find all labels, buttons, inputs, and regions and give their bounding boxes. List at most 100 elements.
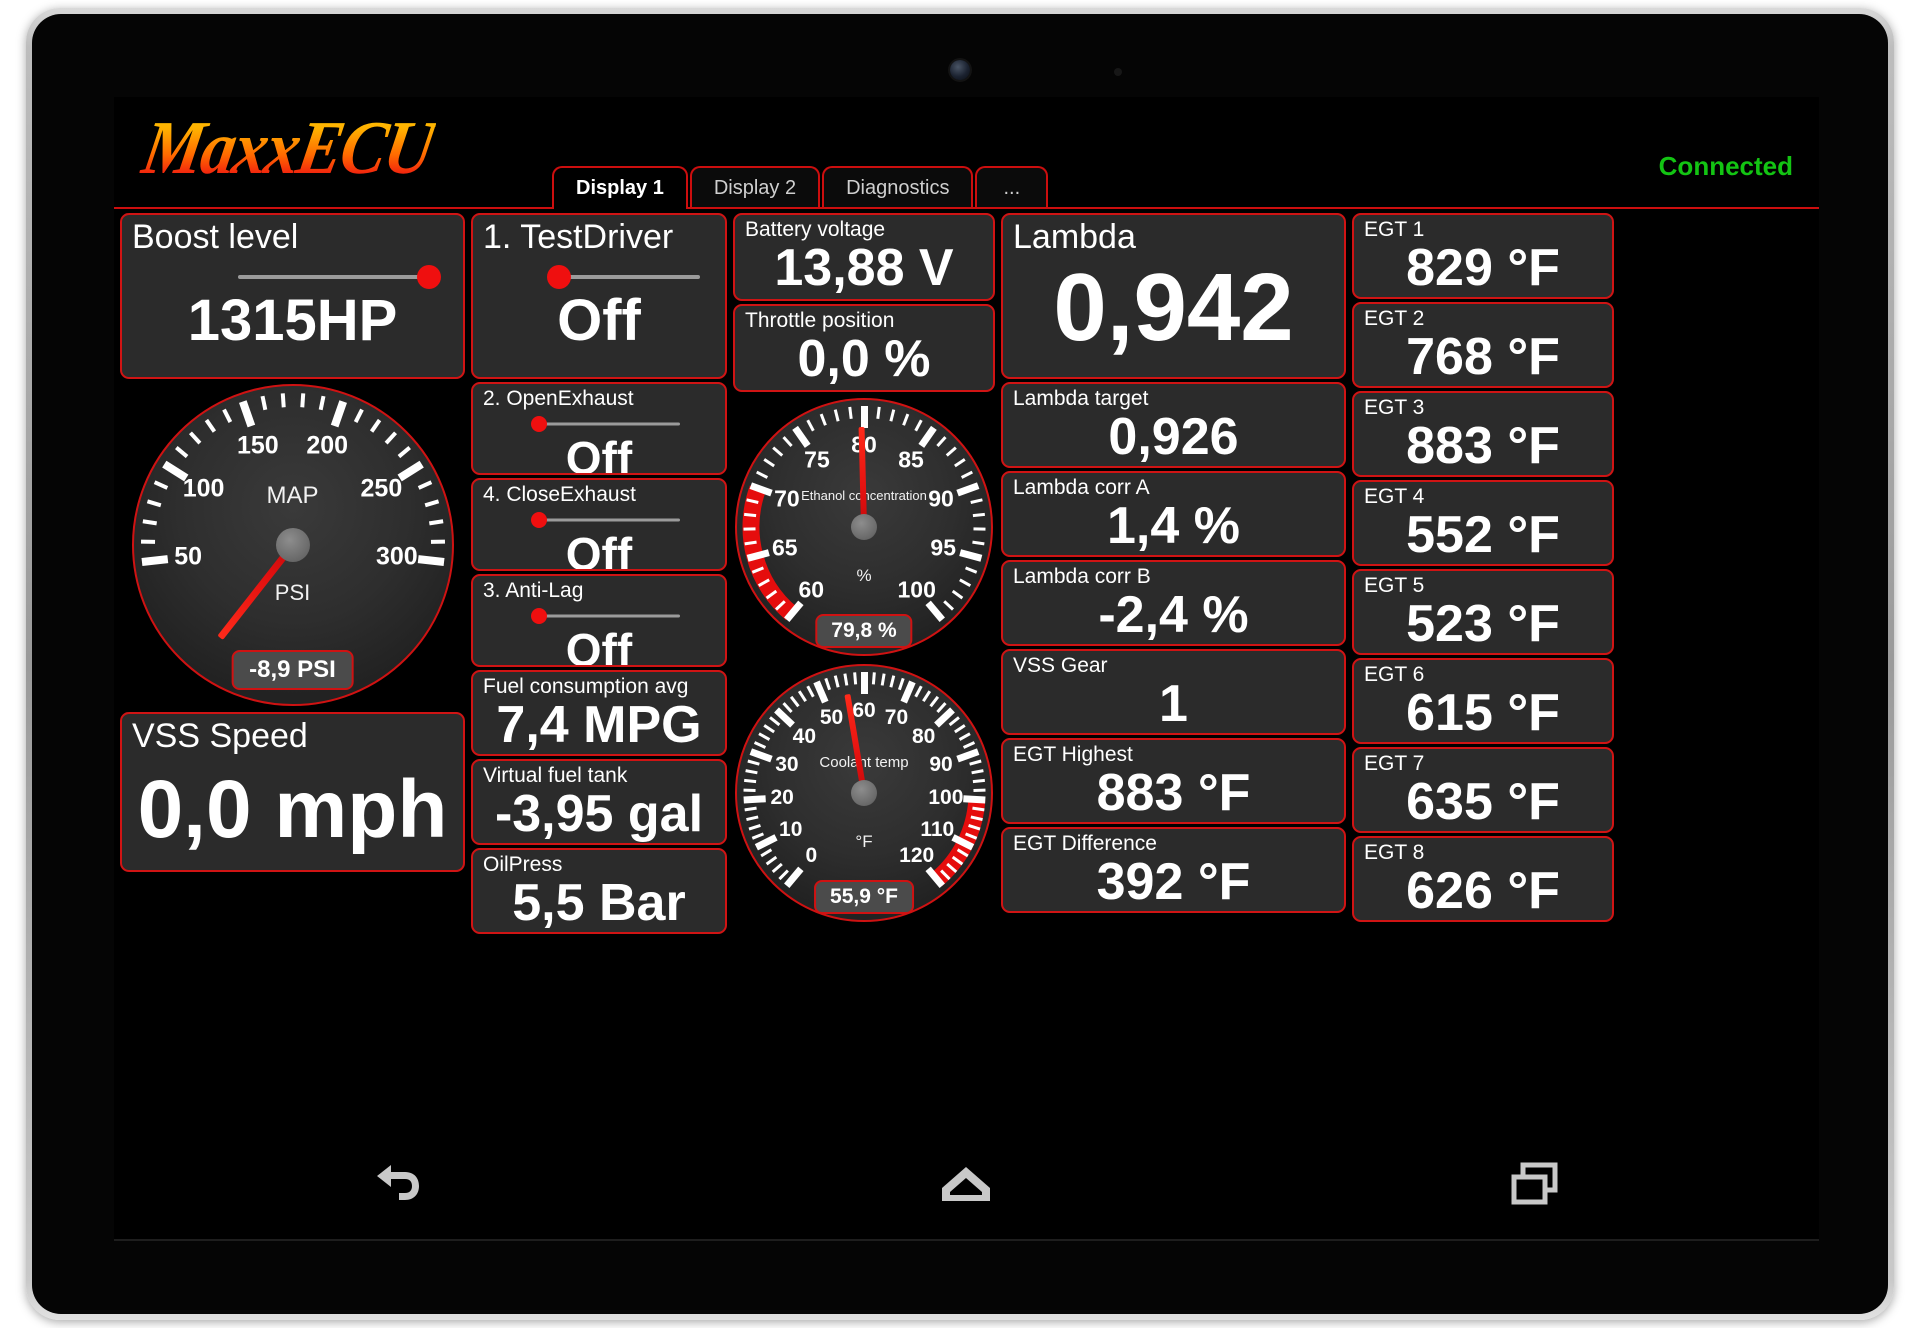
egt-3-label: EGT 3 bbox=[1364, 396, 1425, 419]
open-exhaust-label: 2. OpenExhaust bbox=[483, 387, 634, 410]
gauge-tick bbox=[743, 795, 766, 804]
tile-egt-2[interactable]: EGT 2 768 °F bbox=[1352, 302, 1614, 388]
gauge-tick bbox=[742, 788, 756, 792]
tile-egt-highest[interactable]: EGT Highest 883 °F bbox=[1001, 738, 1346, 824]
slider-track bbox=[558, 275, 700, 280]
egt-1-label: EGT 1 bbox=[1364, 218, 1425, 241]
gauge-tick-label: 95 bbox=[930, 534, 956, 561]
coolant-gauge-unit: °F bbox=[855, 832, 873, 851]
tile-lambda-target[interactable]: Lambda target 0,926 bbox=[1001, 382, 1346, 468]
tablet-device: MaxxECU Display 1 Display 2 Diagnostics … bbox=[26, 8, 1894, 1320]
tile-open-exhaust[interactable]: 2. OpenExhaust Off bbox=[471, 382, 727, 475]
boost-level-value: 1315HP bbox=[187, 288, 398, 354]
tile-vss-speed[interactable]: VSS Speed 0,0 mph bbox=[120, 712, 465, 872]
oil-press-value: 5,5 Bar bbox=[512, 873, 686, 932]
fuel-consumption-value: 7,4 MPG bbox=[496, 695, 702, 754]
anti-lag-slider[interactable] bbox=[473, 605, 725, 627]
tile-virtual-fuel-tank[interactable]: Virtual fuel tank -3,95 gal bbox=[471, 759, 727, 845]
tile-egt-4[interactable]: EGT 4 552 °F bbox=[1352, 480, 1614, 566]
slider-track bbox=[237, 275, 429, 280]
tablet-bezel: MaxxECU Display 1 Display 2 Diagnostics … bbox=[32, 14, 1888, 1314]
maxxecu-app-screen: MaxxECU Display 1 Display 2 Diagnostics … bbox=[114, 97, 1819, 1129]
column-mid: Battery voltage 13,88 V Throttle positio… bbox=[733, 213, 995, 922]
tile-testdriver[interactable]: 1. TestDriver Off bbox=[471, 213, 727, 379]
egt-highest-value: 883 °F bbox=[1096, 763, 1251, 822]
dashboard-grid: Boost level 1315HP 50 100 150 200 250 300 MAP bbox=[114, 209, 1819, 1127]
gauge-tick-label: 150 bbox=[236, 431, 279, 460]
testdriver-label: 1. TestDriver bbox=[483, 218, 674, 256]
front-camera-icon bbox=[950, 60, 970, 80]
lambda-corr-b-label: Lambda corr B bbox=[1013, 565, 1151, 588]
tab-strip: Display 1 Display 2 Diagnostics ... bbox=[552, 166, 1049, 210]
testdriver-value: Off bbox=[557, 288, 641, 354]
tile-egt-1[interactable]: EGT 1 829 °F bbox=[1352, 213, 1614, 299]
ethanol-gauge-hub bbox=[851, 514, 877, 540]
tab-diagnostics[interactable]: Diagnostics bbox=[822, 166, 974, 207]
tile-egt-7[interactable]: EGT 7 635 °F bbox=[1352, 747, 1614, 833]
tile-egt-difference[interactable]: EGT Difference 392 °F bbox=[1001, 827, 1346, 913]
close-exhaust-label: 4. CloseExhaust bbox=[483, 483, 636, 506]
tile-battery-voltage[interactable]: Battery voltage 13,88 V bbox=[733, 213, 995, 301]
tile-egt-3[interactable]: EGT 3 883 °F bbox=[1352, 391, 1614, 477]
map-gauge-name: MAP bbox=[266, 482, 319, 509]
tile-anti-lag[interactable]: 3. Anti-Lag Off bbox=[471, 574, 727, 667]
tile-lambda-corr-a[interactable]: Lambda corr A 1,4 % bbox=[1001, 471, 1346, 557]
recents-button[interactable] bbox=[1475, 1149, 1595, 1219]
tile-egt-5[interactable]: EGT 5 523 °F bbox=[1352, 569, 1614, 655]
tab-display-2[interactable]: Display 2 bbox=[689, 166, 821, 207]
boost-level-slider[interactable] bbox=[122, 262, 463, 292]
coolant-gauge-value-badge: 55,9 °F bbox=[814, 880, 914, 914]
gauge-tick-label: 100 bbox=[928, 785, 964, 809]
slider-knob[interactable] bbox=[530, 415, 547, 432]
tile-egt-8[interactable]: EGT 8 626 °F bbox=[1352, 836, 1614, 922]
map-gauge-value-badge: -8,9 PSI bbox=[231, 650, 354, 690]
egt-6-value: 615 °F bbox=[1406, 683, 1560, 742]
tile-fuel-consumption[interactable]: Fuel consumption avg 7,4 MPG bbox=[471, 670, 727, 756]
tile-close-exhaust[interactable]: 4. CloseExhaust Off bbox=[471, 478, 727, 571]
vss-gear-label: VSS Gear bbox=[1013, 654, 1108, 677]
open-exhaust-slider[interactable] bbox=[473, 413, 725, 435]
egt-highest-label: EGT Highest bbox=[1013, 743, 1133, 766]
lambda-corr-a-value: 1,4 % bbox=[1107, 496, 1240, 555]
tile-oil-press[interactable]: OilPress 5,5 Bar bbox=[471, 848, 727, 934]
tile-throttle-position[interactable]: Throttle position 0,0 % bbox=[733, 304, 995, 392]
testdriver-slider[interactable] bbox=[473, 262, 725, 292]
tab-display-1[interactable]: Display 1 bbox=[552, 166, 688, 210]
throttle-position-label: Throttle position bbox=[745, 309, 895, 332]
tab-more[interactable]: ... bbox=[975, 166, 1049, 207]
tile-egt-6[interactable]: EGT 6 615 °F bbox=[1352, 658, 1614, 744]
egt-1-value: 829 °F bbox=[1406, 238, 1560, 297]
home-icon bbox=[942, 1167, 991, 1201]
vss-speed-label: VSS Speed bbox=[132, 717, 308, 755]
tile-boost-level[interactable]: Boost level 1315HP bbox=[120, 213, 465, 379]
coolant-temp-gauge: 0 10 20 30 40 50 60 70 80 90 100 110 120 Coolant tem… bbox=[735, 664, 993, 922]
slider-track bbox=[538, 422, 680, 426]
slider-knob[interactable] bbox=[416, 265, 441, 290]
gauge-tick-label: 20 bbox=[770, 785, 794, 809]
ethanol-gauge-value-badge: 79,8 % bbox=[815, 614, 913, 648]
gauge-tick bbox=[972, 527, 986, 531]
gauge-tick-label: 75 bbox=[804, 446, 830, 473]
tile-vss-gear[interactable]: VSS Gear 1 bbox=[1001, 649, 1346, 735]
gauge-tick bbox=[280, 393, 286, 408]
coolant-gauge-name: Coolant temp bbox=[819, 754, 909, 771]
column-lambda: Lambda 0,942 Lambda target 0,926 Lambda … bbox=[1001, 213, 1346, 916]
boost-level-label: Boost level bbox=[132, 218, 299, 256]
gauge-tick bbox=[860, 406, 868, 428]
back-button[interactable] bbox=[338, 1149, 458, 1219]
slider-knob[interactable] bbox=[530, 511, 547, 528]
gauge-tick bbox=[430, 539, 445, 544]
home-button[interactable] bbox=[906, 1149, 1026, 1219]
tile-lambda[interactable]: Lambda 0,942 bbox=[1001, 213, 1346, 379]
close-exhaust-slider[interactable] bbox=[473, 509, 725, 531]
tile-lambda-corr-b[interactable]: Lambda corr B -2,4 % bbox=[1001, 560, 1346, 646]
slider-knob[interactable] bbox=[530, 607, 547, 624]
gauge-tick-label: 40 bbox=[792, 724, 817, 748]
ethanol-concentration-gauge: 6065707580859095100 Ethanol concentratio… bbox=[735, 398, 993, 656]
lambda-value: 0,942 bbox=[1053, 254, 1294, 362]
slider-knob[interactable] bbox=[546, 265, 571, 290]
open-exhaust-value: Off bbox=[565, 431, 633, 475]
back-icon bbox=[377, 1165, 420, 1200]
gauge-tick-label: 300 bbox=[375, 542, 418, 571]
recents-icon bbox=[1511, 1162, 1558, 1205]
